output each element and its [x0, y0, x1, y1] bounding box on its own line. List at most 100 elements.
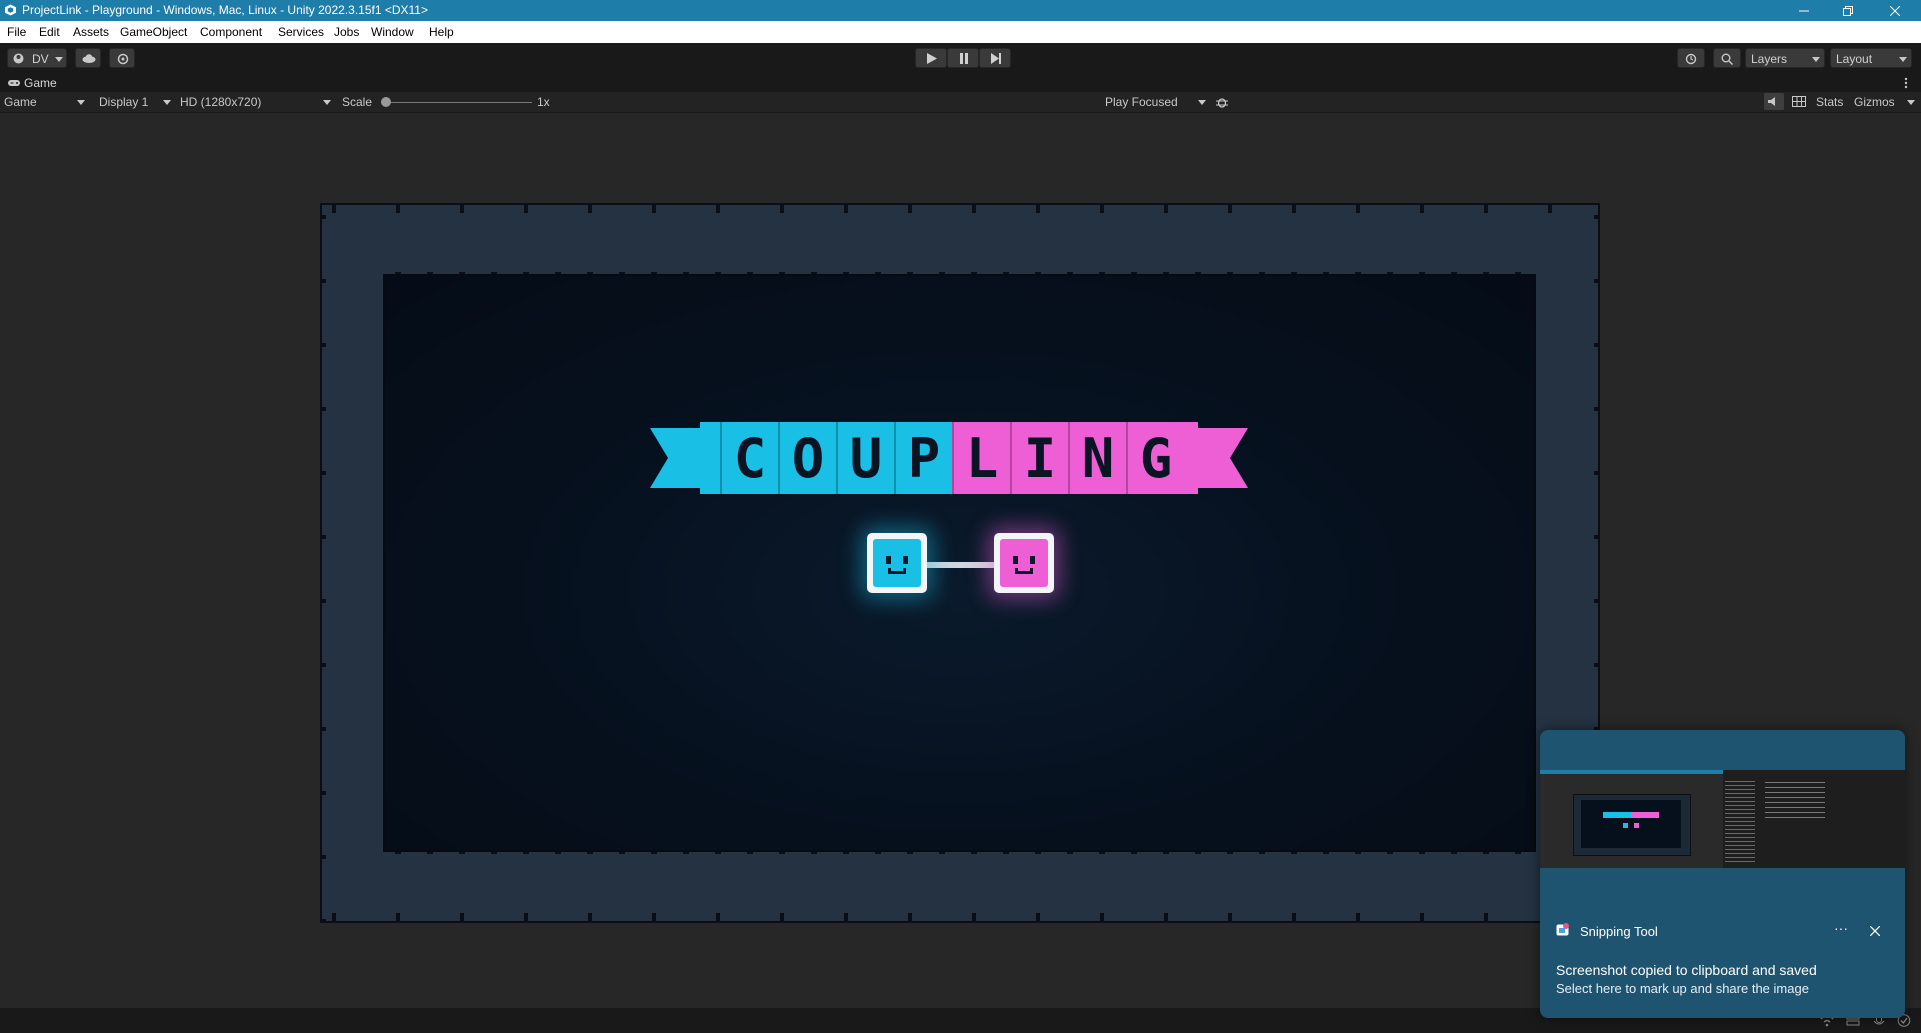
chevron-down-icon — [1907, 100, 1915, 105]
frame-tick — [780, 913, 784, 923]
frame-tick — [320, 407, 326, 411]
gear-icon — [117, 53, 129, 65]
frame-tick — [908, 913, 912, 923]
speaker-icon — [1768, 97, 1775, 106]
menu-edit[interactable]: Edit — [39, 25, 60, 39]
view-mode-dropdown[interactable]: Game — [4, 95, 37, 109]
menu-component[interactable]: Component — [200, 25, 262, 39]
frame-tick — [396, 203, 400, 213]
restore-button[interactable] — [1826, 0, 1870, 21]
unity-logo-icon — [5, 4, 16, 16]
close-window-button[interactable] — [1873, 0, 1917, 21]
frame-tick — [320, 279, 326, 283]
more-options-icon[interactable] — [1904, 77, 1908, 89]
pause-button[interactable] — [947, 48, 979, 68]
frame-tick — [1594, 279, 1600, 283]
layout-dropdown[interactable]: Layout — [1830, 48, 1912, 68]
frame-tick — [1228, 203, 1232, 213]
scale-slider-handle[interactable] — [381, 97, 391, 107]
frame-tick — [780, 203, 784, 213]
frame-tick — [1228, 913, 1232, 923]
banner-left-tail — [650, 422, 720, 494]
layers-dropdown[interactable]: Layers — [1745, 48, 1825, 68]
frame-tick — [460, 913, 464, 923]
frame-tick — [524, 913, 528, 923]
chevron-down-icon — [77, 100, 85, 105]
play-focused-dropdown[interactable]: Play Focused — [1105, 95, 1178, 109]
account-dropdown[interactable]: DV — [7, 48, 67, 68]
character-link-chain — [927, 562, 997, 568]
step-button[interactable] — [979, 48, 1011, 68]
pause-icon — [960, 53, 968, 64]
pink-character — [994, 533, 1054, 593]
notification-subtitle: Select here to mark up and share the ima… — [1556, 981, 1809, 996]
frame-tick — [320, 919, 326, 923]
title-letter: O — [778, 422, 836, 494]
frame-tick — [396, 913, 400, 923]
frame-tick — [844, 203, 848, 213]
frame-tick — [716, 913, 720, 923]
coupling-title-banner: C O U P L I N G — [648, 422, 1250, 494]
gizmos-dropdown[interactable]: Gizmos — [1854, 95, 1895, 109]
grid-icon[interactable] — [1792, 96, 1806, 107]
chevron-down-icon — [55, 57, 63, 62]
window-title: ProjectLink - Playground - Windows, Mac,… — [22, 3, 428, 17]
screenshot-thumbnail[interactable] — [1540, 770, 1905, 868]
frame-tick — [1292, 203, 1296, 213]
minimize-button[interactable] — [1782, 0, 1826, 21]
frame-tick — [320, 663, 326, 667]
title-letter: U — [836, 422, 894, 494]
bug-icon[interactable] — [1216, 96, 1228, 108]
banner-right-tail — [1178, 422, 1248, 494]
frame-tick — [1292, 913, 1296, 923]
notification-app-name: Snipping Tool — [1580, 924, 1658, 939]
game-view-toolbar: Game Display 1 HD (1280x720) Scale 1x Pl… — [0, 92, 1921, 113]
frame-tick — [1420, 913, 1424, 923]
pink-character-face — [1000, 539, 1048, 587]
snipping-tool-notification[interactable]: Snipping Tool ··· Screenshot copied to c… — [1540, 730, 1905, 1018]
scale-label: Scale — [342, 95, 373, 109]
frame-tick — [1594, 343, 1600, 347]
menu-help[interactable]: Help — [429, 25, 454, 39]
frame-tick — [1036, 913, 1040, 923]
notification-more-button[interactable]: ··· — [1834, 920, 1848, 936]
frame-tick — [320, 855, 326, 859]
menu-window[interactable]: Window — [371, 25, 414, 39]
search-button[interactable] — [1713, 48, 1741, 68]
history-button[interactable] — [1677, 48, 1705, 68]
frame-tick — [1484, 913, 1488, 923]
resolution-dropdown[interactable]: HD (1280x720) — [180, 95, 261, 109]
menu-file[interactable]: File — [7, 25, 26, 39]
frame-tick — [588, 203, 592, 213]
title-letter: G — [1126, 422, 1184, 494]
menu-services[interactable]: Services — [278, 25, 324, 39]
menu-assets[interactable]: Assets — [73, 25, 109, 39]
menu-jobs[interactable]: Jobs — [334, 25, 359, 39]
minimize-icon — [1799, 10, 1809, 11]
audio-mute-button[interactable] — [1764, 93, 1784, 110]
frame-tick — [1594, 215, 1600, 219]
frame-tick — [1100, 913, 1104, 923]
frame-tick — [588, 913, 592, 923]
frame-tick — [1594, 471, 1600, 475]
menu-bar: File Edit Assets GameObject Component Se… — [0, 21, 1921, 43]
chevron-down-icon — [1899, 57, 1907, 62]
chevron-down-icon — [1812, 57, 1820, 62]
frame-tick — [844, 913, 848, 923]
frame-tick — [972, 913, 976, 923]
scale-slider-track[interactable] — [384, 102, 532, 103]
frame-tick — [1548, 203, 1552, 213]
display-dropdown[interactable]: Display 1 — [99, 95, 148, 109]
frame-tick — [1594, 535, 1600, 539]
title-letter: I — [1010, 422, 1068, 494]
cloud-button[interactable] — [75, 48, 101, 68]
close-icon[interactable] — [1870, 926, 1880, 936]
cloud-icon — [82, 54, 96, 63]
frame-tick — [716, 203, 720, 213]
menu-gameobject[interactable]: GameObject — [120, 25, 187, 39]
frame-tick — [1356, 203, 1360, 213]
collab-button[interactable] — [109, 48, 135, 68]
play-button[interactable] — [915, 48, 947, 68]
stats-button[interactable]: Stats — [1816, 95, 1843, 109]
play-icon — [927, 53, 937, 64]
